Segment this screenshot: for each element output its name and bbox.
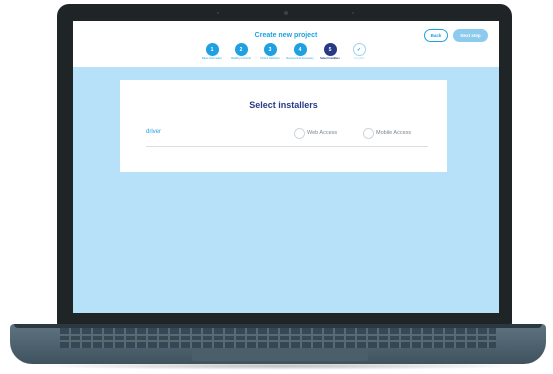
installers-card: Select installers driver Web Access Mobi…: [120, 80, 447, 172]
web-access-label: Web Access: [307, 130, 338, 136]
row-divider: [146, 146, 428, 147]
step-4[interactable]: 4 Recommend Accessory: [285, 43, 315, 60]
step-5-label: Select Installers: [320, 57, 340, 60]
checkmark-icon: ✓: [352, 43, 366, 56]
step-1-circle: 1: [205, 43, 219, 56]
step-5[interactable]: 5 Select Installers: [315, 43, 345, 60]
next-step-button[interactable]: Next step: [453, 29, 488, 42]
step-complete[interactable]: ✓ Complete: [344, 43, 374, 60]
step-1[interactable]: 1 Basic Information: [197, 43, 227, 60]
step-complete-label: Complete: [353, 57, 365, 60]
trackpad: [192, 349, 368, 361]
step-4-label: Recommend Accessory: [286, 57, 314, 60]
step-3-label: Fixture Selection: [260, 57, 280, 60]
installer-name: driver: [146, 129, 162, 135]
step-2-label: Building Controls: [231, 57, 251, 60]
step-3[interactable]: 3 Fixture Selection: [255, 43, 285, 60]
step-2-circle: 2: [234, 43, 248, 56]
sensor-dot: [352, 12, 354, 14]
mobile-access-label: Mobile Access: [376, 130, 412, 136]
card-title: Select installers: [249, 100, 318, 110]
laptop-screen: Create new project Back Next step 1 Basi…: [73, 21, 499, 313]
web-access-option[interactable]: Web Access: [294, 127, 337, 139]
step-2[interactable]: 2 Building Controls: [226, 43, 256, 60]
step-3-circle: 3: [263, 43, 277, 56]
step-4-circle: 4: [293, 43, 307, 56]
webcam: [284, 11, 288, 15]
step-progress: 1 Basic Information 2 Building Controls …: [197, 43, 377, 65]
step-1-label: Basic Information: [201, 57, 223, 60]
web-access-radio[interactable]: [294, 127, 305, 139]
step-5-circle: 5: [323, 43, 337, 56]
back-button[interactable]: Back: [424, 29, 448, 42]
wizard-header: Create new project Back Next step 1 Basi…: [73, 21, 499, 67]
keyboard: [60, 328, 496, 348]
laptop-base: [10, 324, 546, 364]
sensor-dot: [217, 12, 219, 14]
mobile-access-radio[interactable]: [363, 127, 374, 139]
mobile-access-option[interactable]: Mobile Access: [363, 127, 411, 139]
